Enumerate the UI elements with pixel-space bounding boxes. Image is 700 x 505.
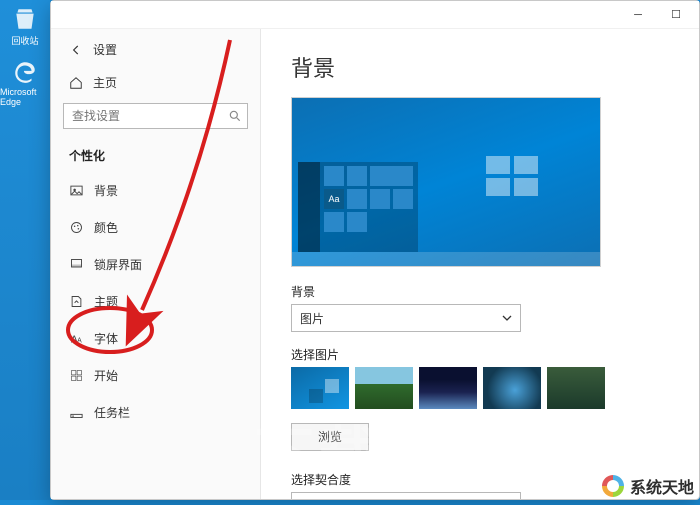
lockscreen-icon — [69, 257, 84, 272]
thumbnail-1[interactable] — [291, 367, 349, 409]
thumbnail-3[interactable] — [419, 367, 477, 409]
svg-text:A: A — [77, 337, 82, 344]
preview-taskbar — [292, 252, 600, 266]
recycle-bin-label: 回收站 — [11, 34, 38, 47]
thumbnail-5[interactable] — [547, 367, 605, 409]
sidebar-nav: 背景 颜色 锁屏界面 主题 AA 字体 — [51, 172, 260, 431]
settings-window: ─ ☐ 设置 主页 个性化 背景 — [50, 0, 700, 500]
window-title: 设置 — [93, 41, 117, 58]
home-icon — [69, 76, 83, 90]
nav-colors[interactable]: 颜色 — [51, 209, 260, 246]
palette-icon — [69, 220, 84, 235]
fonts-icon: AA — [69, 331, 84, 346]
sidebar-header: 设置 — [51, 37, 260, 68]
start-icon — [69, 368, 84, 383]
nav-start[interactable]: 开始 — [51, 357, 260, 394]
nav-background[interactable]: 背景 — [51, 172, 260, 209]
fit-select[interactable]: 填充 — [291, 492, 521, 499]
recycle-bin-icon — [12, 6, 38, 32]
chevron-down-icon — [502, 313, 512, 323]
section-title: 个性化 — [51, 137, 260, 168]
nav-themes-label: 主题 — [94, 293, 118, 310]
preview-sample-text: Aa — [324, 189, 344, 209]
back-icon[interactable] — [69, 43, 83, 57]
search-icon — [228, 109, 242, 123]
nav-background-label: 背景 — [94, 182, 118, 199]
home-label: 主页 — [93, 74, 117, 91]
preview-start-menu: Aa — [298, 162, 418, 252]
choose-picture-label: 选择图片 — [291, 346, 669, 363]
background-preview: Aa — [291, 97, 601, 267]
watermark: 系统天地 — [602, 474, 694, 498]
search-input[interactable] — [63, 103, 248, 129]
themes-icon — [69, 294, 84, 309]
sidebar-home[interactable]: 主页 — [51, 68, 260, 97]
background-type-value: 图片 — [300, 310, 324, 327]
main-content: 背景 Aa 背景 图片 选择图片 — [261, 29, 699, 499]
nav-taskbar[interactable]: 任务栏 — [51, 394, 260, 431]
nav-start-label: 开始 — [94, 367, 118, 384]
minimize-button[interactable]: ─ — [621, 4, 655, 26]
page-title: 背景 — [291, 51, 669, 83]
background-label: 背景 — [291, 283, 669, 300]
titlebar: ─ ☐ — [51, 1, 699, 29]
edge-desktop-icon[interactable]: Microsoft Edge — [0, 53, 50, 113]
recycle-bin-desktop-icon[interactable]: 回收站 — [0, 0, 50, 53]
picture-thumbnails — [291, 367, 669, 409]
nav-fonts[interactable]: AA 字体 — [51, 320, 260, 357]
maximize-button[interactable]: ☐ — [659, 4, 693, 26]
picture-icon — [69, 183, 84, 198]
browse-button[interactable]: 浏览 — [291, 423, 369, 451]
windows-logo-icon — [486, 156, 540, 198]
watermark-logo-icon — [602, 475, 624, 497]
nav-lockscreen-label: 锁屏界面 — [94, 256, 142, 273]
nav-taskbar-label: 任务栏 — [94, 404, 130, 421]
edge-label: Microsoft Edge — [0, 87, 50, 107]
settings-sidebar: 设置 主页 个性化 背景 颜色 — [51, 29, 261, 499]
background-type-select[interactable]: 图片 — [291, 304, 521, 332]
nav-themes[interactable]: 主题 — [51, 283, 260, 320]
thumbnail-4[interactable] — [483, 367, 541, 409]
thumbnail-2[interactable] — [355, 367, 413, 409]
watermark-text: 系统天地 — [630, 474, 694, 498]
edge-icon — [12, 59, 38, 85]
desktop: 回收站 Microsoft Edge — [0, 0, 50, 500]
fit-value: 填充 — [300, 498, 324, 500]
nav-colors-label: 颜色 — [94, 219, 118, 236]
search-wrap — [51, 97, 260, 137]
nav-fonts-label: 字体 — [94, 330, 118, 347]
taskbar-icon — [69, 405, 84, 420]
nav-lockscreen[interactable]: 锁屏界面 — [51, 246, 260, 283]
